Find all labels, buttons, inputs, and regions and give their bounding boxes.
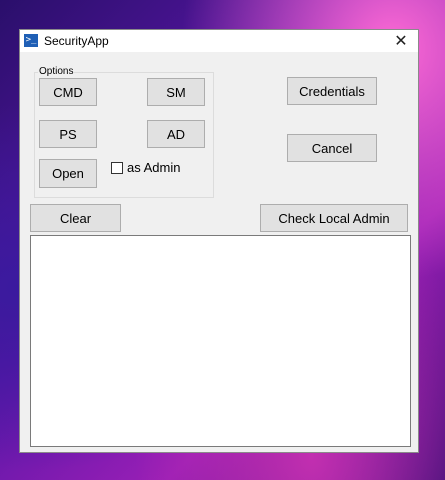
options-group-label: Options bbox=[38, 66, 75, 77]
sm-button[interactable]: SM bbox=[147, 78, 205, 106]
cmd-button[interactable]: CMD bbox=[39, 78, 97, 106]
credentials-button[interactable]: Credentials bbox=[287, 77, 377, 105]
check-local-admin-button[interactable]: Check Local Admin bbox=[260, 204, 408, 232]
as-admin-checkbox[interactable] bbox=[111, 162, 123, 174]
ps-button[interactable]: PS bbox=[39, 120, 97, 148]
security-app-window: >_ SecurityApp ✕ Options CMD SM PS AD Op… bbox=[19, 29, 419, 453]
open-button[interactable]: Open bbox=[39, 159, 97, 188]
close-button[interactable]: ✕ bbox=[384, 30, 418, 52]
output-textbox[interactable] bbox=[30, 235, 411, 447]
as-admin-label[interactable]: as Admin bbox=[127, 160, 180, 175]
cancel-button[interactable]: Cancel bbox=[287, 134, 377, 162]
window-title: SecurityApp bbox=[44, 34, 109, 48]
title-bar[interactable]: >_ SecurityApp ✕ bbox=[20, 30, 418, 52]
clear-button[interactable]: Clear bbox=[30, 204, 121, 232]
powershell-icon: >_ bbox=[24, 34, 38, 47]
ad-button[interactable]: AD bbox=[147, 120, 205, 148]
